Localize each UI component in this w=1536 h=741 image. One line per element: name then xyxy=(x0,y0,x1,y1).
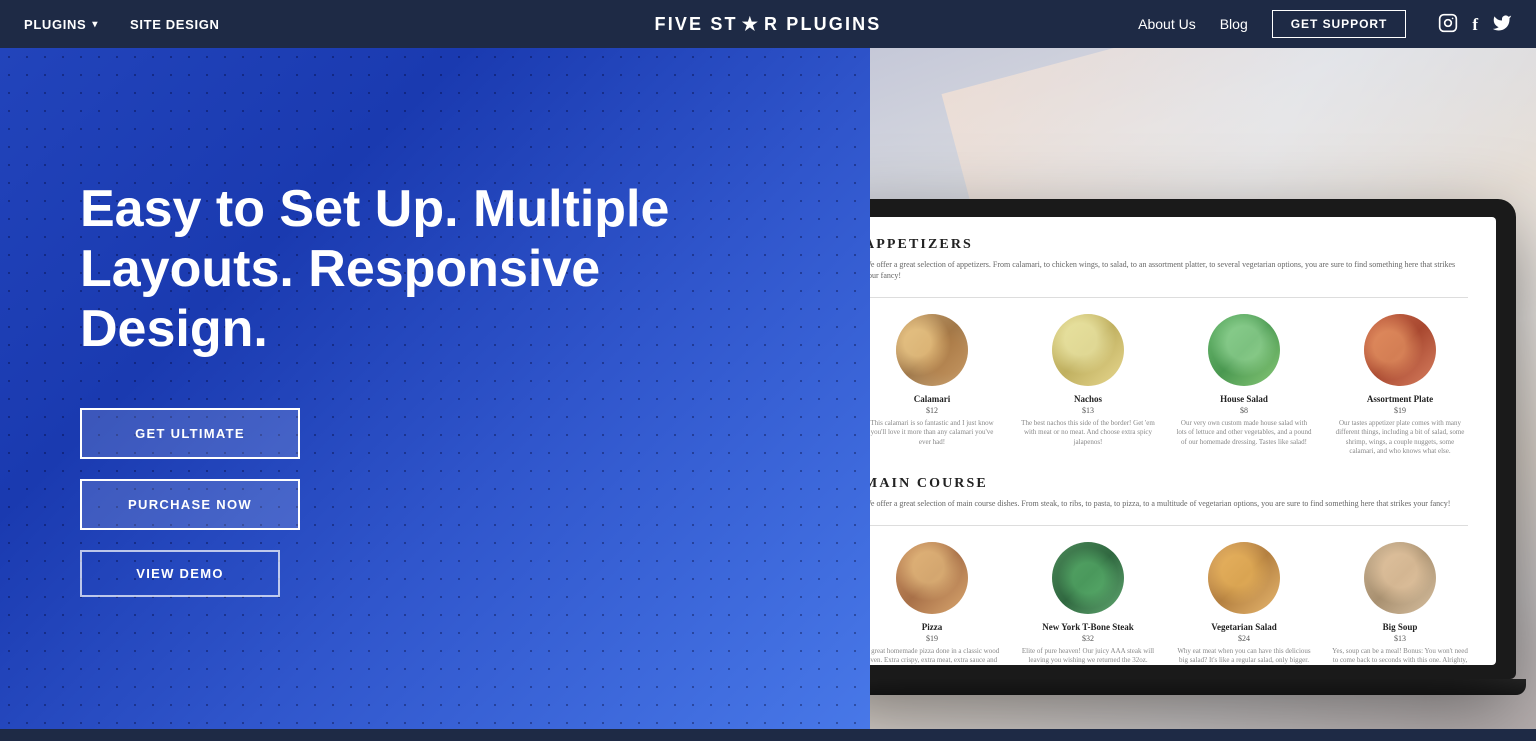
assortment-price: $19 xyxy=(1332,406,1468,415)
house-salad-name: House Salad xyxy=(1176,394,1312,404)
pizza-food-circle xyxy=(896,542,968,614)
appetizers-section: APPETIZERS We offer a great selection of… xyxy=(870,237,1468,456)
main-course-section: MAIN COURSE We offer a great selection o… xyxy=(870,476,1468,665)
calamari-image xyxy=(896,314,968,386)
vsalad-food-circle xyxy=(1208,542,1280,614)
nav-left: PLUGINS ▾ SITE DESIGN xyxy=(24,17,220,32)
laptop-base xyxy=(870,679,1526,695)
page-bottom-bar xyxy=(0,729,1536,741)
hero-heading: Easy to Set Up. Multiple Layouts. Respon… xyxy=(80,180,790,359)
nav-right: About Us Blog GET SUPPORT f xyxy=(1138,10,1512,38)
salad-food-circle xyxy=(1208,314,1280,386)
twitter-icon[interactable] xyxy=(1492,13,1512,36)
logo-text-after: R PLUGINS xyxy=(764,14,881,35)
assortment-name: Assortment Plate xyxy=(1332,394,1468,404)
main-course-title: MAIN COURSE xyxy=(870,476,1468,492)
calamari-food-circle xyxy=(896,314,968,386)
nav-plugins-menu[interactable]: PLUGINS ▾ xyxy=(24,17,98,32)
nav-blog-link[interactable]: Blog xyxy=(1220,16,1248,32)
nav-about-link[interactable]: About Us xyxy=(1138,16,1196,32)
appetizers-items-row: Calamari $12 This calamari is so fantast… xyxy=(870,314,1468,455)
pizza-price: $19 xyxy=(870,634,1000,643)
pizza-desc: A great homemade pizza done in a classic… xyxy=(870,647,1000,665)
calamari-name: Calamari xyxy=(870,394,1000,404)
house-salad-image xyxy=(1208,314,1280,386)
laptop-body: APPETIZERS We offer a great selection of… xyxy=(870,199,1516,679)
house-salad-desc: Our very own custom made house salad wit… xyxy=(1176,419,1312,446)
plugins-label: PLUGINS xyxy=(24,17,86,32)
soup-name: Big Soup xyxy=(1332,622,1468,632)
navbar: PLUGINS ▾ SITE DESIGN FIVE ST★R PLUGINS … xyxy=(0,0,1536,48)
menu-mockup-content: APPETIZERS We offer a great selection of… xyxy=(870,217,1496,665)
steak-desc: Elite of pure heaven! Our juicy AAA stea… xyxy=(1020,647,1156,665)
soup-price: $13 xyxy=(1332,634,1468,643)
appetizers-title: APPETIZERS xyxy=(870,237,1468,253)
assortment-desc: Our tastes appetizer plate comes with ma… xyxy=(1332,419,1468,455)
nachos-price: $13 xyxy=(1020,406,1156,415)
menu-item-nachos: Nachos $13 The best nachos this side of … xyxy=(1020,314,1156,455)
facebook-icon[interactable]: f xyxy=(1472,16,1478,33)
hero-right-panel: APPETIZERS We offer a great selection of… xyxy=(870,48,1536,729)
menu-item-house-salad: House Salad $8 Our very own custom made … xyxy=(1176,314,1312,455)
pizza-name: Pizza xyxy=(870,622,1000,632)
nachos-food-circle xyxy=(1052,314,1124,386)
menu-item-calamari: Calamari $12 This calamari is so fantast… xyxy=(870,314,1000,455)
main-course-desc: We offer a great selection of main cours… xyxy=(870,498,1468,509)
nav-support-button[interactable]: GET SUPPORT xyxy=(1272,10,1407,38)
get-ultimate-button[interactable]: GET ULTIMATE xyxy=(80,408,300,459)
hero-left-panel: Easy to Set Up. Multiple Layouts. Respon… xyxy=(0,48,870,729)
appetizers-divider xyxy=(870,297,1468,298)
steak-food-circle xyxy=(1052,542,1124,614)
purchase-now-button[interactable]: PURCHASE NOW xyxy=(80,479,300,530)
steak-price: $32 xyxy=(1020,634,1156,643)
soup-image xyxy=(1364,542,1436,614)
hero-buttons: GET ULTIMATE PURCHASE NOW VIEW DEMO xyxy=(80,408,790,597)
main-course-items-row: Pizza $19 A great homemade pizza done in… xyxy=(870,542,1468,665)
appetizers-desc: We offer a great selection of appetizers… xyxy=(870,259,1468,281)
veg-salad-price: $24 xyxy=(1176,634,1312,643)
veg-salad-desc: Why eat meat when you can have this deli… xyxy=(1176,647,1312,665)
menu-item-pizza: Pizza $19 A great homemade pizza done in… xyxy=(870,542,1000,665)
logo-star-icon: ★ xyxy=(742,14,760,35)
soup-desc: Yes, soup can be a meal! Bonus: You won'… xyxy=(1332,647,1468,665)
menu-item-veg-salad: Vegetarian Salad $24 Why eat meat when y… xyxy=(1176,542,1312,665)
steak-image xyxy=(1052,542,1124,614)
main-course-divider xyxy=(870,525,1468,526)
nachos-name: Nachos xyxy=(1020,394,1156,404)
nachos-desc: The best nachos this side of the border!… xyxy=(1020,419,1156,446)
view-demo-button[interactable]: VIEW DEMO xyxy=(80,550,280,597)
assortment-image xyxy=(1364,314,1436,386)
plugins-chevron-icon: ▾ xyxy=(92,19,98,30)
menu-item-soup: Big Soup $13 Yes, soup can be a meal! Bo… xyxy=(1332,542,1468,665)
pizza-image xyxy=(896,542,968,614)
steak-name: New York T-Bone Steak xyxy=(1020,622,1156,632)
laptop-screen: APPETIZERS We offer a great selection of… xyxy=(870,217,1496,665)
calamari-desc: This calamari is so fantastic and I just… xyxy=(870,419,1000,446)
menu-item-steak: New York T-Bone Steak $32 Elite of pure … xyxy=(1020,542,1156,665)
nachos-image xyxy=(1052,314,1124,386)
nav-site-design-link[interactable]: SITE DESIGN xyxy=(130,17,220,32)
veg-salad-name: Vegetarian Salad xyxy=(1176,622,1312,632)
soup-food-circle xyxy=(1364,542,1436,614)
site-logo[interactable]: FIVE ST★R PLUGINS xyxy=(655,14,882,35)
hero-section: Easy to Set Up. Multiple Layouts. Respon… xyxy=(0,48,1536,729)
logo-text-before: FIVE ST xyxy=(655,14,738,35)
calamari-price: $12 xyxy=(870,406,1000,415)
instagram-icon[interactable] xyxy=(1438,13,1458,36)
veg-salad-image xyxy=(1208,542,1280,614)
laptop-mockup: APPETIZERS We offer a great selection of… xyxy=(870,199,1536,729)
nav-social-icons: f xyxy=(1438,13,1512,36)
assorted-food-circle xyxy=(1364,314,1436,386)
house-salad-price: $8 xyxy=(1176,406,1312,415)
menu-item-assortment: Assortment Plate $19 Our tastes appetize… xyxy=(1332,314,1468,455)
